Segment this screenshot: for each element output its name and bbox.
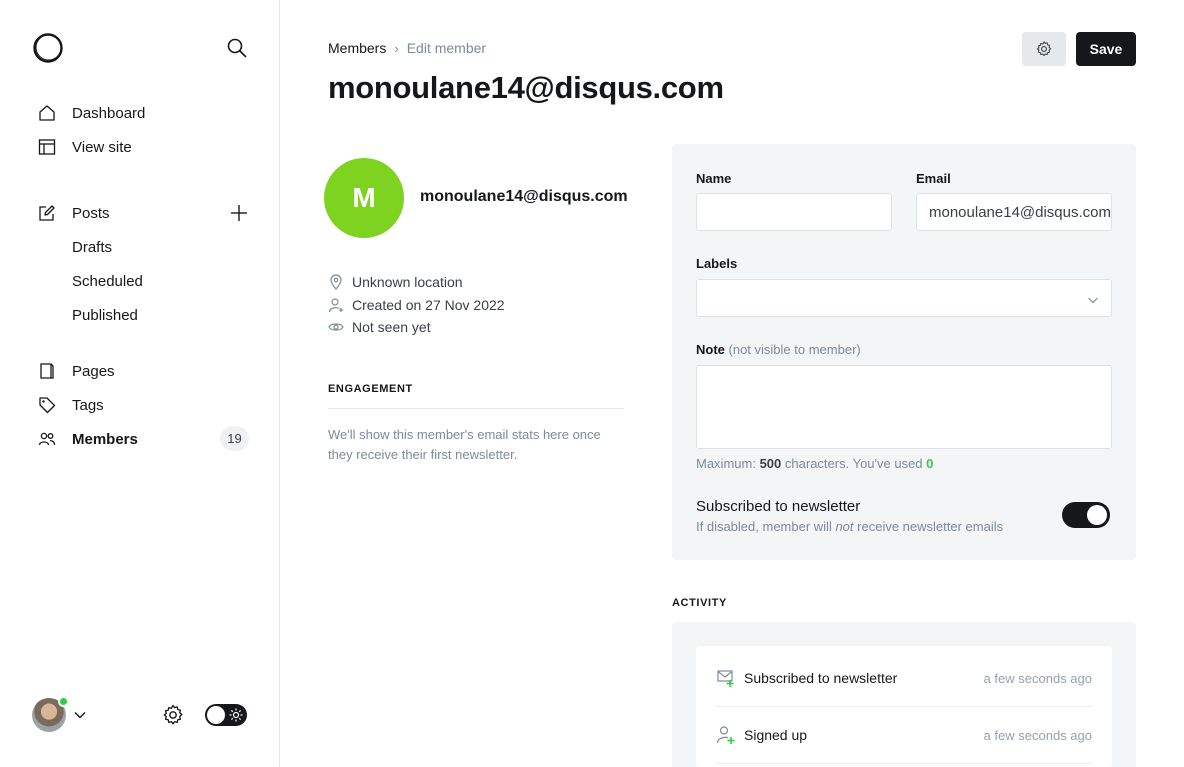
engagement-divider [328, 408, 624, 409]
name-label: Name [696, 171, 732, 186]
activity-item: Subscribed to newsletter a few seconds a… [716, 650, 1092, 706]
engagement-heading: ENGAGEMENT [328, 383, 413, 395]
nav-scheduled[interactable]: Scheduled [72, 269, 222, 293]
nav-view-site-label: View site [72, 138, 132, 156]
nav-dashboard[interactable]: Dashboard [38, 101, 250, 125]
user-add-icon [328, 297, 344, 313]
member-location: Unknown location [328, 272, 463, 292]
newsletter-desc-pre: If disabled, member will [696, 519, 832, 534]
activity-heading: ACTIVITY [672, 597, 727, 609]
nav-tags[interactable]: Tags [38, 393, 250, 417]
nav-pages[interactable]: Pages [38, 359, 250, 383]
nav-scheduled-label: Scheduled [72, 272, 143, 290]
newsletter-title: Subscribed to newsletter [696, 498, 861, 515]
email-plus-icon [716, 668, 736, 688]
nav-members[interactable]: Members [38, 427, 208, 451]
activity-item: Signed up a few seconds ago [716, 707, 1092, 763]
member-location-text: Unknown location [352, 274, 463, 290]
home-icon [38, 104, 56, 122]
sun-icon [229, 708, 243, 722]
newsletter-toggle[interactable] [1062, 502, 1110, 528]
activity-text: Subscribed to newsletter [744, 670, 898, 686]
nav-members-label: Members [72, 430, 138, 448]
nav-drafts-label: Drafts [72, 238, 113, 256]
member-created-text: Created on 27 Nov 2022 [352, 297, 505, 313]
nav-published[interactable]: Published [72, 303, 222, 327]
activity-time: a few seconds ago [983, 670, 1092, 686]
labels-select[interactable] [696, 279, 1112, 317]
new-post-plus-icon[interactable] [229, 203, 249, 223]
engagement-text: We'll show this member's email stats her… [328, 427, 601, 462]
member-email: monoulane14@disqus.com [420, 188, 628, 205]
activity-text: Signed up [744, 727, 808, 743]
user-avatar[interactable] [32, 696, 69, 732]
member-last-seen-text: Not seen yet [352, 319, 431, 335]
name-field[interactable] [696, 193, 892, 231]
newsletter-description: If disabled, member will not receive new… [696, 519, 1003, 534]
newsletter-desc-post: receive newsletter emails [857, 519, 1004, 534]
site-logo[interactable] [32, 32, 64, 64]
sidebar: Dashboard View site Posts Drafts Schedul… [0, 0, 280, 767]
dark-mode-toggle[interactable] [205, 704, 247, 726]
nav-published-label: Published [72, 306, 138, 324]
location-pin-icon [328, 274, 344, 290]
breadcrumb-separator: › [394, 40, 399, 56]
user-plus-icon [716, 725, 736, 745]
note-textarea[interactable] [696, 365, 1112, 449]
nav-dashboard-label: Dashboard [72, 104, 146, 122]
labels-label: Labels [696, 256, 738, 271]
email-field[interactable]: monoulane14@disqus.com [916, 193, 1112, 231]
page-icon [38, 362, 56, 380]
breadcrumb: Members › Edit member [328, 40, 486, 56]
note-label: Note (not visible to member) [696, 342, 861, 357]
max-value: 500 [759, 456, 782, 471]
toggle-knob [207, 706, 225, 724]
nav-tags-label: Tags [72, 396, 104, 414]
eye-icon [328, 319, 344, 335]
chevron-down-icon [1087, 293, 1099, 305]
note-label-text: Note [696, 342, 725, 357]
nav-view-site[interactable]: View site [38, 135, 250, 159]
tag-icon [38, 396, 56, 414]
nav-posts[interactable]: Posts [38, 201, 198, 225]
member-last-seen: Not seen yet [328, 317, 431, 337]
used-count: 0 [926, 456, 934, 471]
gear-icon [1036, 41, 1052, 57]
nav-posts-label: Posts [72, 204, 110, 222]
nav-pages-label: Pages [72, 362, 115, 380]
note-visibility-hint: (not visible to member) [728, 342, 861, 357]
pencil-square-icon [38, 204, 56, 222]
breadcrumb-members-link[interactable]: Members [328, 40, 386, 56]
settings-gear-icon[interactable] [161, 703, 185, 727]
newsletter-desc-emphasis: not [835, 519, 854, 534]
page-title: monoulane14@disqus.com [328, 70, 724, 105]
member-created: Created on 27 Nov 2022 [328, 295, 505, 315]
member-actions-gear-button[interactable] [1022, 32, 1066, 66]
breadcrumb-current: Edit member [406, 40, 487, 56]
members-count-badge: 19 [220, 426, 249, 451]
max-prefix: Maximum: [696, 456, 756, 471]
online-status-dot [58, 696, 69, 707]
save-button[interactable]: Save [1076, 32, 1136, 66]
max-mid: characters. You've used [784, 456, 923, 471]
chevron-down-icon[interactable] [73, 708, 87, 722]
toggle-knob [1087, 505, 1107, 525]
email-label: Email [916, 171, 951, 186]
nav-drafts[interactable]: Drafts [72, 235, 222, 259]
search-icon[interactable] [226, 37, 248, 59]
activity-divider [716, 763, 1092, 764]
member-avatar: M [324, 158, 404, 238]
activity-time: a few seconds ago [983, 727, 1092, 743]
layout-icon [38, 138, 56, 156]
users-icon [38, 430, 56, 448]
note-character-count: Maximum: 500 characters. You've used 0 [696, 456, 933, 471]
